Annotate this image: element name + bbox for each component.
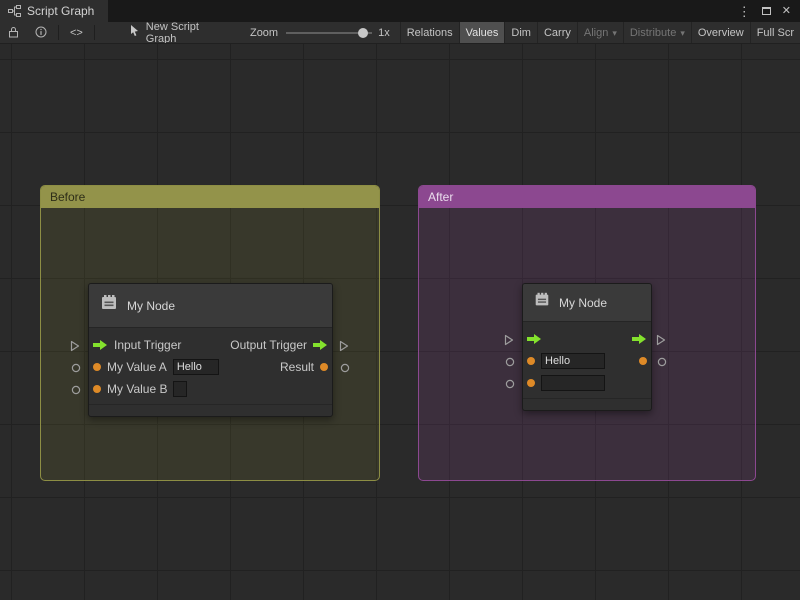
- node-footer: [523, 398, 651, 410]
- zoom-value: 1x: [378, 27, 390, 39]
- values-button[interactable]: Values: [459, 22, 505, 44]
- tab-bar: Script Graph ⋮ ✕: [0, 0, 800, 22]
- value-a-input[interactable]: [173, 359, 219, 375]
- overview-button[interactable]: Overview: [691, 22, 750, 44]
- code-icon: <>: [70, 27, 83, 39]
- code-preview-button[interactable]: <>: [62, 22, 91, 44]
- external-flow-port-icon[interactable]: [504, 334, 514, 346]
- distribute-dropdown: Distribute ▾: [623, 22, 691, 44]
- value-b-input[interactable]: [173, 381, 187, 397]
- port-label-my-value-b: My Value B: [107, 382, 167, 396]
- node-icon: [99, 293, 119, 318]
- value-port-icon[interactable]: [527, 357, 535, 365]
- cursor-icon: [130, 25, 140, 40]
- port-label-input-trigger: Input Trigger: [114, 338, 181, 352]
- external-value-port-icon[interactable]: [340, 363, 350, 373]
- zoom-slider-knob[interactable]: [358, 28, 368, 38]
- close-icon[interactable]: ✕: [782, 6, 791, 17]
- toolbar-separator: [94, 25, 95, 40]
- zoom-label: Zoom: [250, 27, 278, 39]
- align-label: Align: [584, 27, 608, 39]
- port-label-my-value-a: My Value A: [107, 360, 167, 374]
- kebab-menu-icon[interactable]: ⋮: [738, 5, 751, 18]
- tab-script-graph[interactable]: Script Graph: [0, 0, 108, 22]
- flow-output-port-icon[interactable]: [313, 339, 328, 351]
- toolbar-buttons: Relations Values Dim Carry Align ▾ Distr…: [400, 22, 800, 43]
- distribute-label: Distribute: [630, 27, 676, 39]
- group-after-header[interactable]: After: [419, 186, 755, 208]
- external-flow-port-icon[interactable]: [656, 334, 666, 346]
- value-port-icon[interactable]: [93, 363, 101, 371]
- port-row-trigger: [523, 328, 651, 350]
- relations-button[interactable]: Relations: [400, 22, 459, 44]
- node-before-header[interactable]: My Node: [89, 284, 332, 328]
- external-value-port-icon[interactable]: [71, 385, 81, 395]
- port-row-value-b: My Value B: [89, 378, 332, 400]
- value-port-icon[interactable]: [527, 379, 535, 387]
- lock-icon: [8, 26, 19, 41]
- external-value-port-icon[interactable]: [505, 379, 515, 389]
- node-before[interactable]: My Node Input Trigger Output Trigger: [88, 283, 333, 417]
- port-label-output-trigger: Output Trigger: [230, 338, 307, 352]
- carry-button[interactable]: Carry: [537, 22, 577, 44]
- script-graph-icon: [8, 5, 21, 17]
- node-title: My Node: [127, 299, 175, 313]
- fullscreen-button[interactable]: Full Scr: [750, 22, 800, 44]
- lock-button[interactable]: [0, 22, 27, 44]
- flow-input-port-icon[interactable]: [527, 333, 542, 345]
- port-row-value-a: [523, 350, 651, 372]
- info-button[interactable]: [27, 22, 55, 44]
- external-flow-port-icon[interactable]: [339, 340, 349, 352]
- chevron-down-icon: ▾: [612, 28, 617, 39]
- chevron-down-icon: ▾: [680, 28, 685, 39]
- value-a-input[interactable]: [541, 353, 605, 369]
- port-row-value-a: My Value A Result: [89, 356, 332, 378]
- graph-breadcrumb[interactable]: New Script Graph: [124, 22, 236, 43]
- info-icon: [35, 26, 47, 41]
- port-row-value-b: [523, 372, 651, 394]
- value-port-icon[interactable]: [93, 385, 101, 393]
- graph-canvas[interactable]: Before After: [0, 44, 800, 600]
- port-row-trigger: Input Trigger Output Trigger: [89, 334, 332, 356]
- node-footer: [89, 404, 332, 416]
- zoom-slider[interactable]: [286, 22, 372, 44]
- script-graph-window: Script Graph ⋮ ✕: [0, 0, 800, 600]
- node-after-body: [523, 322, 651, 398]
- window-controls: ⋮ ✕: [738, 0, 800, 22]
- external-flow-port-icon[interactable]: [70, 340, 80, 352]
- align-dropdown: Align ▾: [577, 22, 623, 44]
- flow-output-port-icon[interactable]: [632, 333, 647, 345]
- graph-toolbar: <> New Script Graph Zoom 1x Relations Va…: [0, 22, 800, 44]
- tab-title: Script Graph: [27, 4, 94, 18]
- group-before-header[interactable]: Before: [41, 186, 379, 208]
- node-after-header[interactable]: My Node: [523, 284, 651, 322]
- maximize-icon[interactable]: [762, 7, 771, 15]
- node-before-body: Input Trigger Output Trigger My Value A …: [89, 328, 332, 404]
- external-value-port-icon[interactable]: [505, 357, 515, 367]
- port-label-result: Result: [280, 360, 314, 374]
- node-title: My Node: [559, 296, 607, 310]
- value-b-input[interactable]: [541, 375, 605, 391]
- value-port-icon[interactable]: [320, 363, 328, 371]
- group-after-label: After: [428, 190, 453, 204]
- value-port-icon[interactable]: [639, 357, 647, 365]
- node-after[interactable]: My Node: [522, 283, 652, 411]
- flow-input-port-icon[interactable]: [93, 339, 108, 351]
- toolbar-separator: [58, 25, 59, 40]
- node-icon: [533, 291, 551, 314]
- external-value-port-icon[interactable]: [71, 363, 81, 373]
- graph-name: New Script Graph: [146, 22, 230, 44]
- external-value-port-icon[interactable]: [657, 357, 667, 367]
- dim-button[interactable]: Dim: [504, 22, 537, 44]
- group-before-label: Before: [50, 190, 85, 204]
- zoom-control: Zoom 1x: [250, 22, 390, 43]
